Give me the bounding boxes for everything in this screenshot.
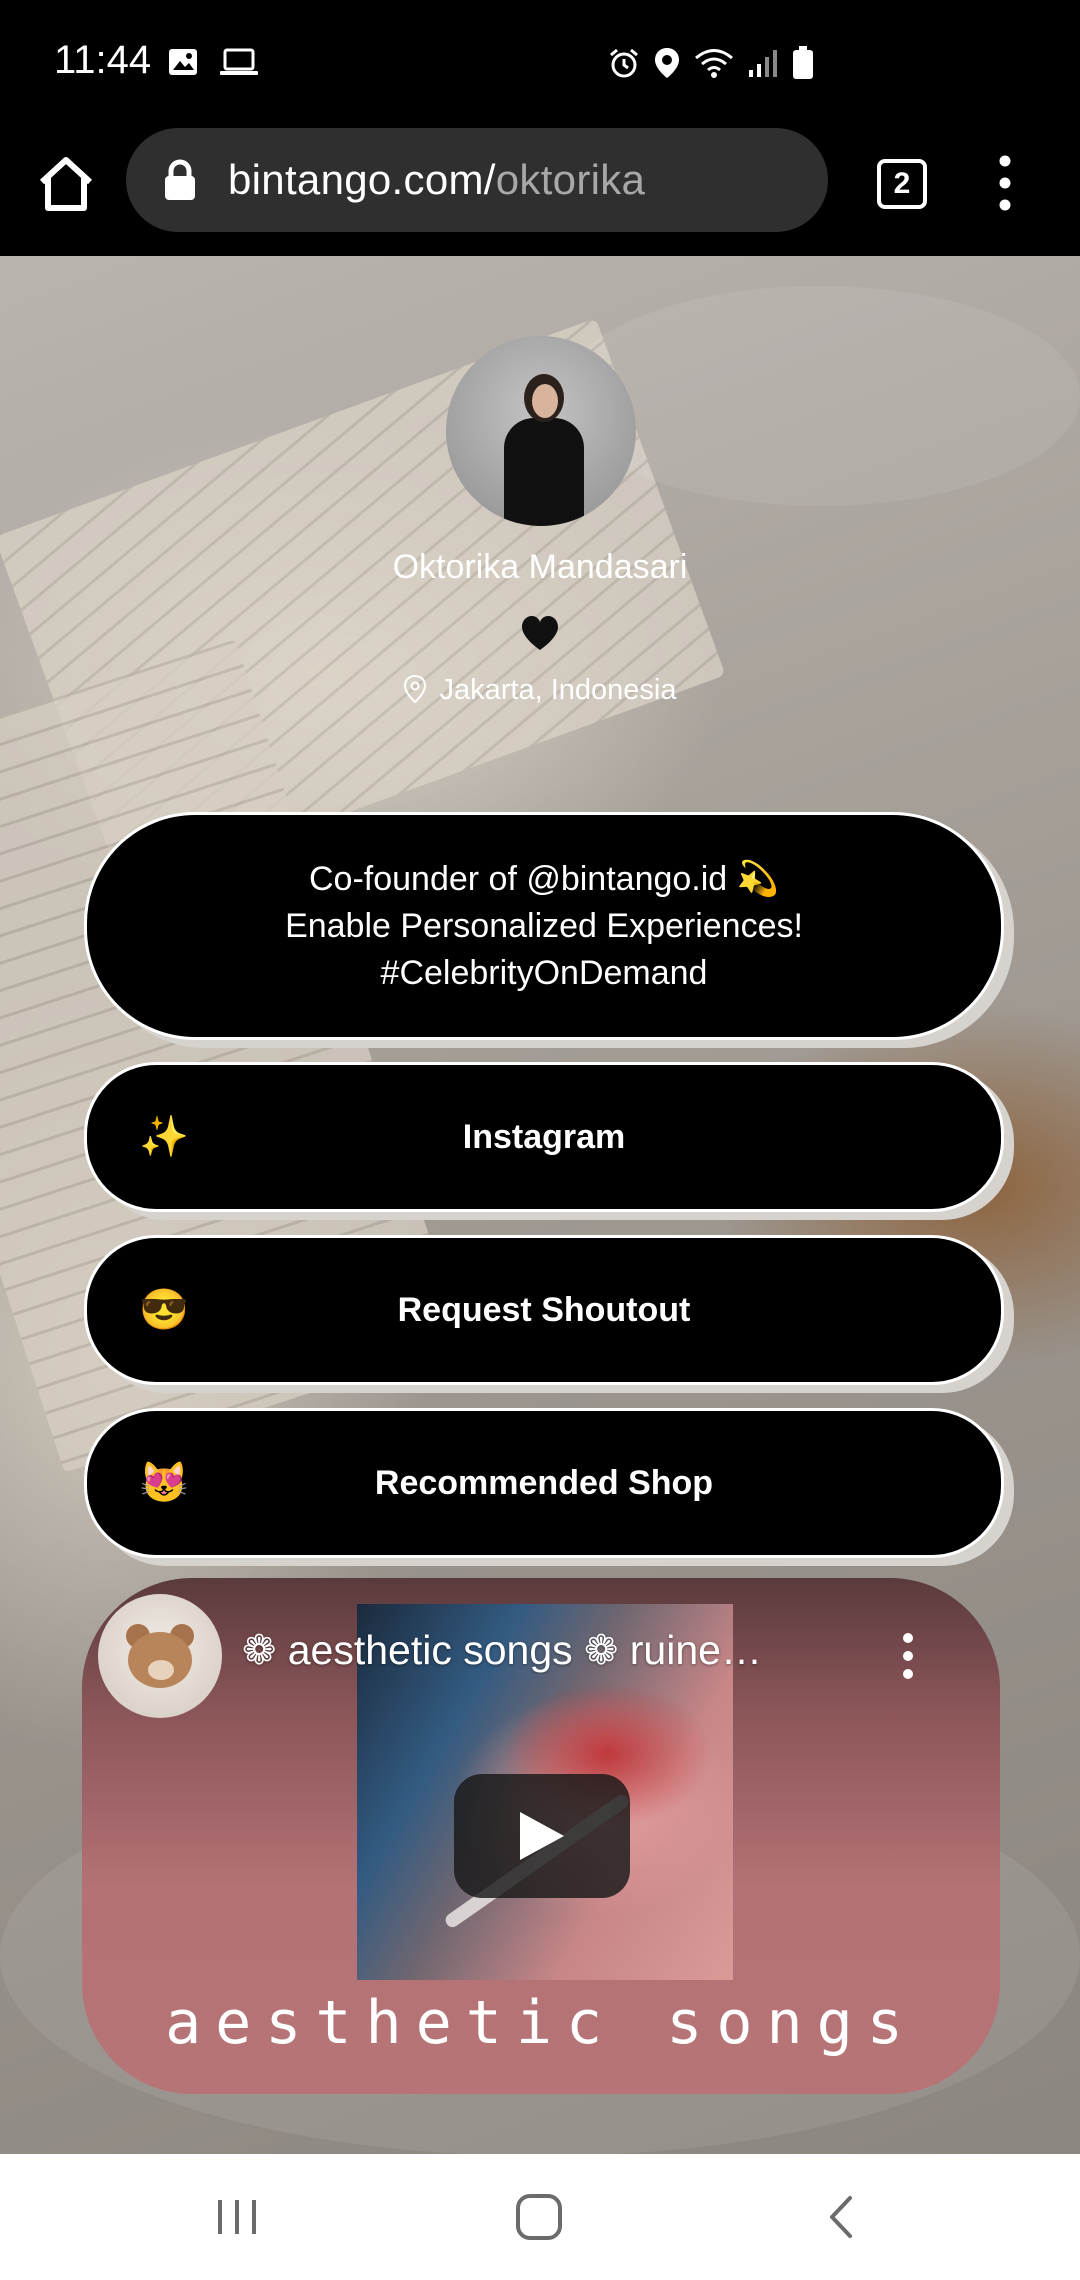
status-left-icons <box>168 48 258 76</box>
navigation-bar <box>0 2154 1080 2280</box>
page-content: Oktorika Mandasari Jakarta, Indonesia Co… <box>0 256 1080 2154</box>
channel-avatar[interactable] <box>98 1594 222 1718</box>
laptop-icon <box>220 48 258 75</box>
link-label: Request Shoutout <box>397 1290 691 1329</box>
alarm-icon <box>610 48 638 78</box>
url-text[interactable]: bintango.com/oktorika <box>228 156 645 204</box>
profile-avatar <box>446 336 636 526</box>
bio-card: Co-founder of @bintango.id 💫 Enable Pers… <box>84 812 1004 1040</box>
video-caption: aesthetic songs <box>165 1988 917 2058</box>
recent-apps-icon[interactable] <box>214 2198 260 2236</box>
url-path: oktorika <box>495 156 646 203</box>
recommended-shop-link-button[interactable]: 😻 Recommended Shop <box>84 1408 1004 1558</box>
bio-line: Enable Personalized Experiences! <box>285 906 803 945</box>
profile-location: Jakarta, Indonesia <box>0 674 1080 707</box>
address-bar[interactable]: bintango.com/oktorika <box>126 128 828 232</box>
home-icon[interactable] <box>34 152 98 216</box>
map-pin-icon <box>403 675 426 703</box>
image-icon <box>169 49 197 75</box>
video-more-icon[interactable] <box>900 1632 916 1680</box>
play-button[interactable] <box>454 1774 630 1898</box>
location-text: Jakarta, Indonesia <box>439 674 677 706</box>
bio-line: Co-founder of @bintango.id 💫 <box>308 859 779 898</box>
link-label: Instagram <box>462 1117 626 1156</box>
video-title[interactable]: ❁ aesthetic songs ❁ ruine… <box>242 1626 812 1674</box>
profile-name: Oktorika Mandasari <box>392 548 688 586</box>
back-icon[interactable] <box>826 2194 856 2240</box>
nav-home-icon[interactable] <box>516 2194 562 2240</box>
play-icon <box>520 1812 564 1860</box>
background-cloth <box>560 286 1080 506</box>
location-icon <box>655 48 679 78</box>
tab-switcher-button[interactable]: 2 <box>877 159 927 209</box>
request-shoutout-link-button[interactable]: 😎 Request Shoutout <box>84 1235 1004 1385</box>
wifi-icon <box>695 49 733 78</box>
lock-icon <box>165 159 195 200</box>
status-right-icons <box>608 46 814 80</box>
url-domain: bintango.com/ <box>228 156 496 203</box>
instagram-link-button[interactable]: ✨ Instagram <box>84 1062 1004 1212</box>
youtube-video-embed[interactable]: ❁ aesthetic songs ❁ ruine… aesthetic son… <box>82 1578 1000 2094</box>
link-label: Recommended Shop <box>374 1463 714 1502</box>
bio-line: #CelebrityOnDemand <box>380 953 708 992</box>
signal-icon <box>749 50 777 77</box>
status-time: 11:44 <box>54 38 152 82</box>
status-bar: 11:44 <box>0 0 1080 128</box>
more-vert-icon[interactable] <box>990 148 1020 218</box>
browser-toolbar: bintango.com/oktorika 2 <box>0 128 1080 256</box>
battery-icon <box>793 46 813 79</box>
black-heart-icon <box>522 616 558 650</box>
